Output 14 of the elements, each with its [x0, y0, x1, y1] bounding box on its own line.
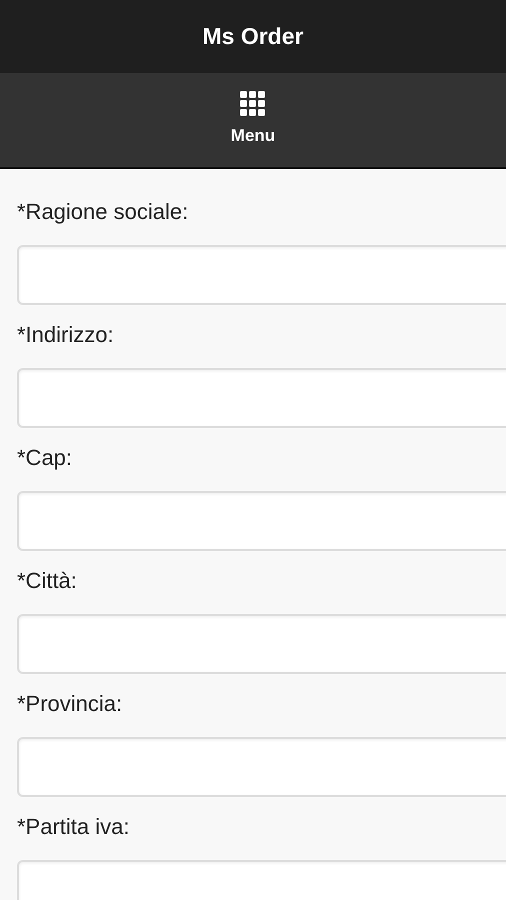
field-label: *Città: — [17, 567, 78, 595]
field-label: *Partita iva: — [17, 813, 130, 841]
menu-button[interactable]: Menu — [230, 91, 276, 149]
field-label: *Indirizzo: — [17, 321, 115, 349]
input-field[interactable] — [17, 614, 506, 674]
app-title: Ms Order — [202, 22, 304, 52]
input-field[interactable] — [17, 737, 506, 797]
grid-icon — [240, 91, 266, 118]
field-label: *Provincia: — [17, 690, 124, 718]
field-label: *Cap: — [17, 444, 74, 472]
input-field[interactable] — [17, 491, 506, 551]
field-label: *Ragione sociale: — [17, 198, 190, 226]
input-field[interactable] — [17, 245, 506, 305]
input-field[interactable] — [17, 368, 506, 428]
